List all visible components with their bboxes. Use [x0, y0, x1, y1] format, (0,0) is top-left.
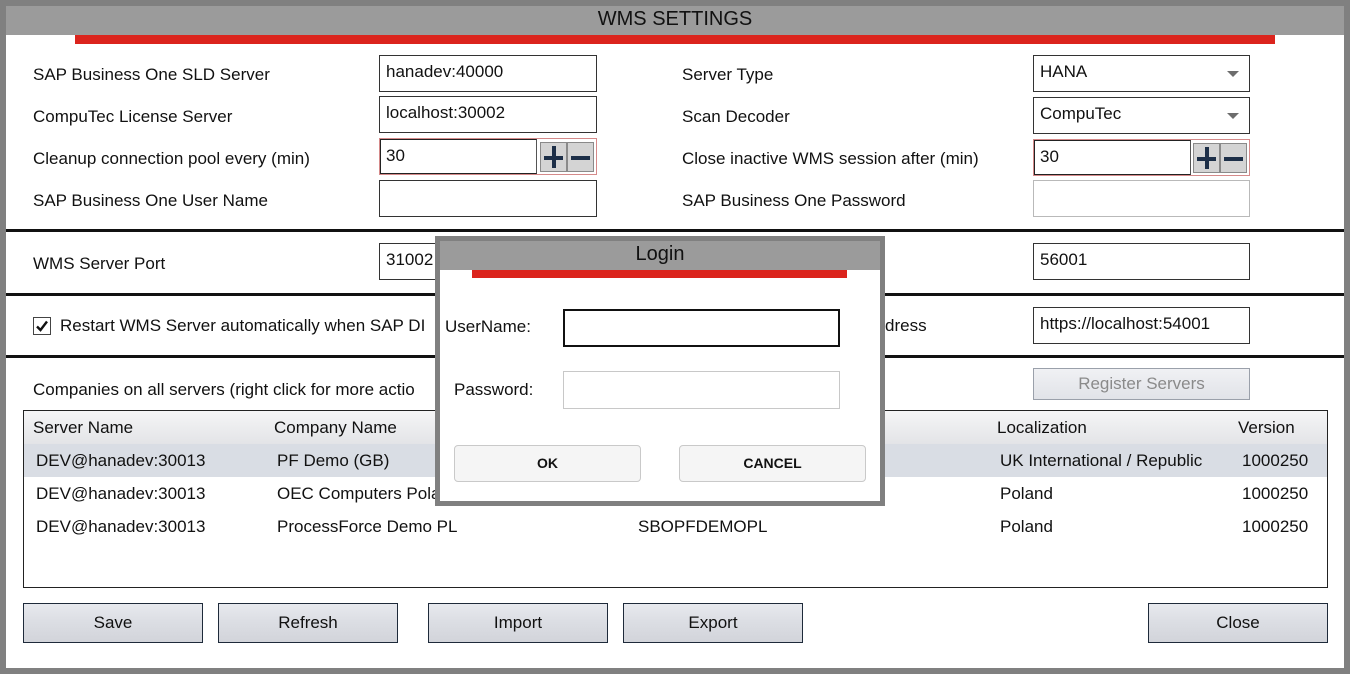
register-servers-button[interactable]: Register Servers: [1033, 368, 1250, 400]
scan-decoder-select[interactable]: CompuTec: [1033, 97, 1250, 134]
cancel-button[interactable]: CANCEL: [679, 445, 866, 482]
server-type-value: HANA: [1040, 62, 1088, 81]
cleanup-pool-decrement-button[interactable]: [567, 142, 594, 172]
user-name-input[interactable]: [379, 180, 597, 217]
chevron-down-icon: [1227, 71, 1239, 77]
close-inactive-increment-button[interactable]: [1193, 143, 1220, 173]
cleanup-pool-stepper: 30: [379, 138, 597, 175]
column-header-server-name[interactable]: Server Name: [33, 418, 133, 438]
column-header-company-name[interactable]: Company Name: [274, 418, 397, 438]
import-button[interactable]: Import: [428, 603, 608, 643]
secondary-port-input[interactable]: 56001: [1033, 243, 1250, 280]
cell-company-name: PF Demo (GB): [277, 451, 390, 470]
cell-company-name: OEC Computers Pola: [277, 484, 441, 503]
user-name-label: SAP Business One User Name: [33, 191, 268, 210]
scan-decoder-label: Scan Decoder: [682, 107, 790, 126]
restart-auto-checkbox[interactable]: [33, 317, 51, 335]
address-label: dress: [885, 316, 927, 335]
column-header-version[interactable]: Version: [1238, 418, 1295, 438]
cell-server-name: DEV@hanadev:30013: [36, 517, 206, 536]
license-server-label: CompuTec License Server: [33, 107, 233, 126]
password-input[interactable]: [1033, 180, 1250, 217]
checkmark-icon: [36, 320, 48, 332]
chevron-down-icon: [1227, 113, 1239, 119]
server-type-label: Server Type: [682, 65, 774, 84]
username-input[interactable]: [563, 309, 840, 347]
sld-server-label: SAP Business One SLD Server: [33, 65, 270, 84]
close-inactive-stepper: 30: [1033, 139, 1250, 176]
divider: [6, 229, 1344, 232]
cell-server-name: DEV@hanadev:30013: [36, 484, 206, 503]
server-type-select[interactable]: HANA: [1033, 55, 1250, 92]
accent-bar: [472, 270, 847, 278]
username-label: UserName:: [445, 317, 531, 336]
ok-button[interactable]: OK: [454, 445, 641, 482]
cell-database: SBOPFDEMOPL: [638, 517, 768, 536]
sld-server-input[interactable]: hanadev:40000: [379, 55, 597, 92]
address-input[interactable]: https://localhost:54001: [1033, 307, 1250, 344]
cell-localization: Poland: [1000, 517, 1053, 536]
password-input[interactable]: [563, 371, 840, 409]
restart-auto-label: Restart WMS Server automatically when SA…: [60, 316, 426, 335]
password-label: Password:: [454, 380, 534, 399]
close-button[interactable]: Close: [1148, 603, 1328, 643]
column-header-localization[interactable]: Localization: [997, 418, 1087, 438]
wms-port-label: WMS Server Port: [33, 254, 166, 273]
cell-localization: Poland: [1000, 484, 1053, 503]
password-label: SAP Business One Password: [682, 191, 906, 210]
cell-version: 1000250: [1242, 484, 1309, 503]
login-dialog-body: Login UserName: Password: OK CANCEL: [440, 241, 880, 501]
cleanup-pool-increment-button[interactable]: [540, 142, 567, 172]
refresh-button[interactable]: Refresh: [218, 603, 398, 643]
cell-server-name: DEV@hanadev:30013: [36, 451, 206, 470]
window-title: WMS SETTINGS: [597, 8, 753, 30]
license-server-input[interactable]: localhost:30002: [379, 96, 597, 133]
scan-decoder-value: CompuTec: [1040, 104, 1122, 123]
cleanup-pool-input[interactable]: 30: [380, 139, 537, 174]
login-dialog-title: Login: [440, 241, 880, 270]
cell-version: 1000250: [1242, 517, 1309, 536]
close-inactive-label: Close inactive WMS session after (min): [682, 149, 979, 168]
cleanup-pool-label: Cleanup connection pool every (min): [33, 149, 310, 168]
cell-version: 1000250: [1242, 451, 1309, 470]
title-bar: WMS SETTINGS: [6, 6, 1344, 35]
close-inactive-decrement-button[interactable]: [1220, 143, 1247, 173]
close-inactive-input[interactable]: 30: [1034, 140, 1191, 175]
table-row[interactable]: DEV@hanadev:30013 ProcessForce Demo PL S…: [24, 510, 1327, 543]
save-button[interactable]: Save: [23, 603, 203, 643]
login-dialog: Login UserName: Password: OK CANCEL: [435, 236, 885, 506]
export-button[interactable]: Export: [623, 603, 803, 643]
cell-localization: UK International / Republic: [1000, 451, 1203, 470]
cell-company-name: ProcessForce Demo PL: [277, 517, 458, 536]
accent-bar: [75, 35, 1275, 44]
companies-caption: Companies on all servers (right click fo…: [33, 380, 415, 399]
